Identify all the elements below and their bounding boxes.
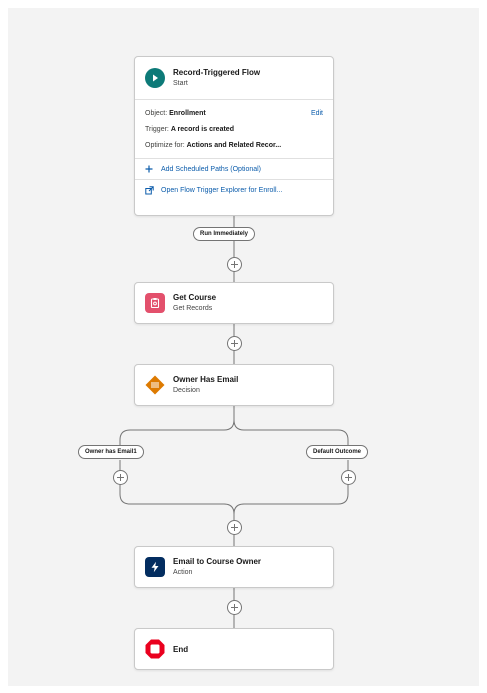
edit-link[interactable]: Edit: [311, 106, 323, 122]
branch-default-outcome[interactable]: Default Outcome: [306, 445, 369, 459]
owner-has-email-node[interactable]: Owner Has Email Decision: [134, 364, 334, 406]
get-course-subtitle: Get Records: [173, 305, 213, 312]
get-course-node[interactable]: Get Course Get Records: [134, 282, 334, 324]
start-title: Record-Triggered Flow: [173, 68, 261, 77]
run-immediately-pill[interactable]: Run Immediately: [193, 227, 256, 241]
branch-owner-has-email1[interactable]: Owner has Email1: [78, 445, 144, 459]
get-course-title: Get Course: [173, 293, 217, 302]
connector-merge-left: [119, 493, 235, 515]
end-title: End: [173, 644, 189, 654]
add-element-button[interactable]: [227, 257, 242, 272]
optimize-row: Optimize for: Actions and Related Recor.…: [145, 138, 323, 154]
add-icon: [145, 165, 155, 173]
object-row: Object: Enrollment: [145, 106, 323, 122]
open-flow-trigger-explorer-link[interactable]: Open Flow Trigger Explorer for Enroll...: [135, 180, 333, 200]
optimize-label: Optimize for:: [145, 142, 187, 149]
end-node[interactable]: End: [134, 628, 334, 670]
open-flow-trigger-explorer-label: Open Flow Trigger Explorer for Enroll...: [161, 186, 283, 194]
owner-has-email-subtitle: Decision: [173, 387, 200, 394]
flow-canvas: Record-Triggered Flow Start Object: Enro…: [8, 8, 479, 686]
start-element-header[interactable]: Record-Triggered Flow Start: [135, 57, 333, 100]
trigger-row: Trigger: A record is created: [145, 122, 323, 138]
object-value: Enrollment: [169, 110, 206, 117]
object-label: Object:: [145, 110, 170, 117]
connector-merge-right: [233, 493, 349, 515]
add-element-button[interactable]: [341, 470, 356, 485]
email-to-course-owner-node[interactable]: Email to Course Owner Action: [134, 546, 334, 588]
add-element-button[interactable]: [227, 600, 242, 615]
start-subtitle: Start: [173, 80, 188, 87]
trigger-value: A record is created: [170, 126, 234, 133]
trigger-label: Trigger:: [145, 126, 171, 133]
owner-has-email-title: Owner Has Email: [173, 375, 239, 384]
connector-split-left: [119, 419, 235, 446]
add-element-button[interactable]: [227, 336, 242, 351]
email-to-course-owner-title: Email to Course Owner: [173, 557, 262, 566]
lightning-icon: [145, 557, 165, 577]
start-details: Object: Enrollment Edit Trigger: A recor…: [135, 100, 333, 159]
play-icon: [145, 68, 165, 88]
add-element-button[interactable]: [227, 520, 242, 535]
email-to-course-owner-subtitle: Action: [173, 569, 193, 576]
external-link-icon: [145, 185, 155, 195]
decision-icon: [145, 375, 165, 395]
start-element-card[interactable]: Record-Triggered Flow Start Object: Enro…: [134, 56, 334, 216]
add-scheduled-paths-link[interactable]: Add Scheduled Paths (Optional): [135, 159, 333, 180]
add-element-button[interactable]: [113, 470, 128, 485]
stop-icon: [145, 639, 165, 659]
clipboard-icon: [145, 293, 165, 313]
connector-split-right: [233, 419, 349, 446]
add-scheduled-paths-label: Add Scheduled Paths (Optional): [161, 165, 262, 173]
optimize-value: Actions and Related Recor...: [186, 142, 282, 149]
